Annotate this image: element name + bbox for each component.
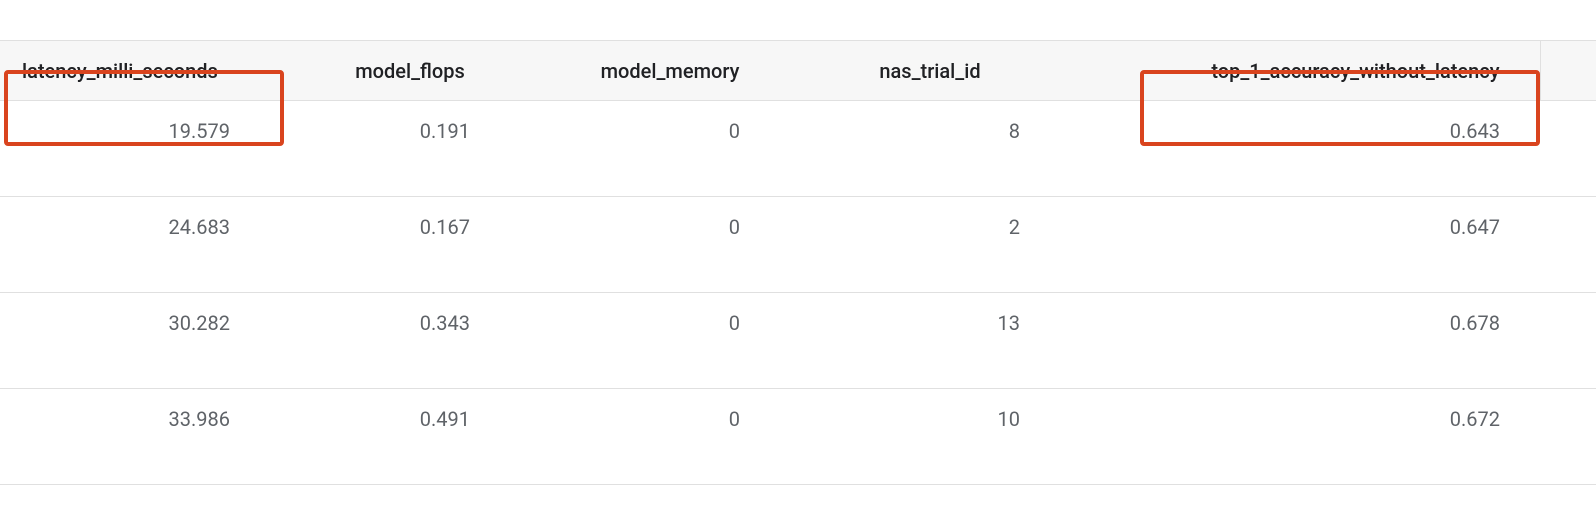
col-header-trial-id[interactable]: nas_trial_id	[800, 41, 1060, 101]
col-header-extra	[1540, 41, 1596, 101]
cell-flops: 0.491	[280, 389, 540, 485]
cell-trial-id: 13	[800, 293, 1060, 389]
col-header-accuracy[interactable]: top_1_accuracy_without_latency	[1060, 41, 1540, 101]
cell-latency: 19.579	[0, 101, 280, 197]
cell-accuracy: 0.647	[1060, 197, 1540, 293]
table-row: 24.683 0.167 0 2 0.647	[0, 197, 1596, 293]
metrics-table: latency_milli_seconds model_flops model_…	[0, 40, 1596, 485]
cell-flops: 0.343	[280, 293, 540, 389]
cell-memory: 0	[540, 389, 800, 485]
cell-accuracy: 0.643	[1060, 101, 1540, 197]
table-row: 33.986 0.491 0 10 0.672	[0, 389, 1596, 485]
cell-latency: 33.986	[0, 389, 280, 485]
col-header-flops[interactable]: model_flops	[280, 41, 540, 101]
table-row: 19.579 0.191 0 8 0.643	[0, 101, 1596, 197]
cell-latency: 30.282	[0, 293, 280, 389]
cell-accuracy: 0.672	[1060, 389, 1540, 485]
cell-memory: 0	[540, 293, 800, 389]
cell-flops: 0.191	[280, 101, 540, 197]
cell-trial-id: 2	[800, 197, 1060, 293]
cell-trial-id: 10	[800, 389, 1060, 485]
cell-latency: 24.683	[0, 197, 280, 293]
col-header-latency[interactable]: latency_milli_seconds	[0, 41, 280, 101]
cell-memory: 0	[540, 197, 800, 293]
cell-memory: 0	[540, 101, 800, 197]
table-row: 30.282 0.343 0 13 0.678	[0, 293, 1596, 389]
cell-trial-id: 8	[800, 101, 1060, 197]
col-header-memory[interactable]: model_memory	[540, 41, 800, 101]
cell-accuracy: 0.678	[1060, 293, 1540, 389]
cell-flops: 0.167	[280, 197, 540, 293]
table-header-row: latency_milli_seconds model_flops model_…	[0, 41, 1596, 101]
